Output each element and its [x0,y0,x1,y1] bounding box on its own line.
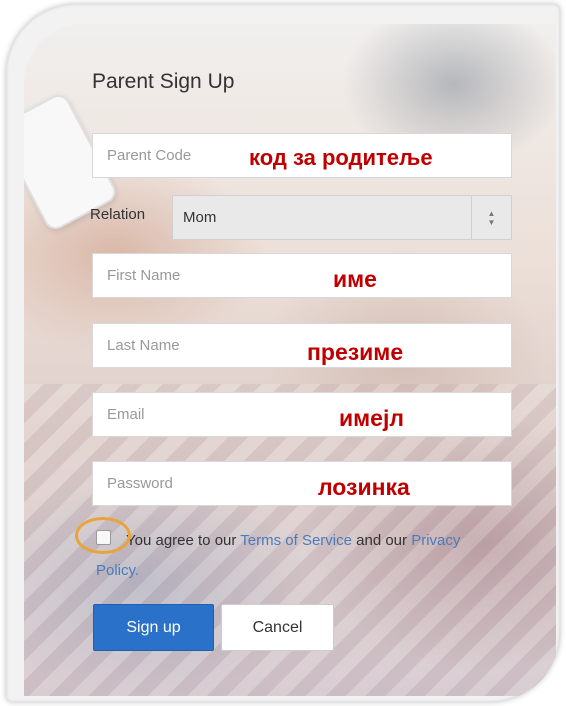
page-title: Parent Sign Up [92,70,235,93]
parent-code-annotation: код за родитеље [249,145,433,170]
last-name-annotation: презиме [307,339,404,365]
relation-select[interactable]: Mom ▲ ▼ [172,195,512,240]
cancel-button[interactable]: Cancel [221,604,334,651]
up-down-chevron-icon: ▲ ▼ [471,196,511,239]
first-name-input[interactable]: First Name [92,253,512,298]
first-name-placeholder: First Name [107,267,181,284]
email-placeholder: Email [107,406,145,423]
email-input[interactable]: Email [92,392,512,437]
terms-of-service-link[interactable]: Terms of Service [240,532,352,549]
agreement-text-before: You agree to our [126,532,241,549]
relation-selected-value: Mom [183,209,217,226]
email-annotation: имејл [339,405,404,431]
sign-up-button[interactable]: Sign up [93,604,214,651]
password-input[interactable]: Password [92,461,512,506]
parent-code-placeholder: Parent Code [107,147,192,164]
terms-agreement-text: You agree to our Terms of Service and ou… [96,526,496,586]
checkbox-highlight-ring [75,517,131,554]
last-name-placeholder: Last Name [107,337,180,354]
agreement-text-middle: and our [351,532,412,549]
last-name-input[interactable]: Last Name [92,323,512,368]
first-name-annotation: име [333,266,377,292]
relation-label: Relation [90,206,146,223]
password-annotation: лозинка [318,474,410,500]
password-placeholder: Password [107,475,173,492]
